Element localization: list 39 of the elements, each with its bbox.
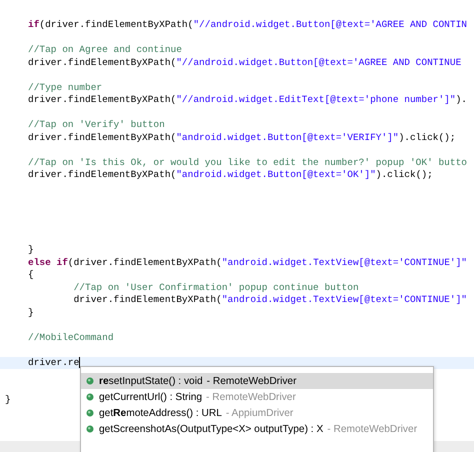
code-text: ).click(); — [376, 169, 433, 180]
code-text: //Tap on Agree and continue — [28, 44, 182, 55]
code-text: //Tap on 'Verify' button — [28, 119, 165, 130]
code-text: "//android.widget.EditText[@text='phone number']" — [176, 94, 456, 105]
code-text: "android.widget.Button[@text='OK']" — [176, 169, 376, 180]
code-text: } — [5, 394, 11, 405]
code-text: { — [28, 269, 34, 280]
public-method-icon — [86, 377, 94, 385]
public-method-icon — [86, 425, 94, 433]
code-text: //Tap on 'User Confirmation' popup continue button — [72, 282, 359, 292]
code-text: //Tap on 'Is this Ok, or would you like to edit the number?' popup 'OK' butto — [28, 156, 467, 168]
public-method-icon — [86, 393, 94, 401]
code-text: else if — [28, 256, 68, 268]
code-text: ). — [456, 94, 467, 105]
completion-item[interactable]: getCurrentUrl() : String - RemoteWebDriver — [81, 389, 433, 405]
code-text: "android.widget.TextView[@text='CONTINUE']" — [222, 256, 467, 268]
code-text: "android.widget.Button[@text='VERIFY']" — [176, 132, 399, 142]
code-text: (driver.findElementByXPath( — [68, 256, 222, 268]
code-text: if — [28, 19, 40, 30]
public-method-icon — [86, 409, 94, 417]
completion-item[interactable]: getRemoteAddress() : URL - AppiumDriver — [81, 405, 433, 421]
code-text: "android.widget.TextView[@text='CONTINUE']" — [222, 294, 467, 305]
code-text: driver.findElementByXPath( — [28, 132, 176, 142]
code-text: (driver.findElementByXPath( — [39, 19, 194, 30]
code-text: } — [28, 244, 34, 255]
code-text: ).click(); — [398, 132, 456, 142]
code-text: "//android.widget.Button[@text='AGREE AND CONTIN — [193, 19, 467, 30]
completion-item[interactable]: getScreenshotAs(OutputType<X> outputType) : X - RemoteWebDriver — [81, 421, 433, 437]
code-text: driver.re — [28, 356, 80, 368]
code-text: //MobileCommand — [28, 332, 114, 342]
text-caret — [79, 356, 80, 368]
code-text: driver.findElementByXPath( — [72, 294, 222, 305]
code-text: //Type number — [28, 82, 102, 92]
code-text: driver.findElementByXPath( — [28, 56, 176, 68]
code-text: } — [28, 306, 34, 318]
code-text: driver.findElementByXPath( — [28, 94, 176, 105]
code-text: "//android.widget.Button[@text='AGREE AND CONTINUE — [176, 56, 462, 68]
code-text: driver.findElementByXPath( — [28, 169, 176, 180]
completion-item[interactable]: resetInputState() : void - RemoteWebDriver — [81, 373, 433, 389]
